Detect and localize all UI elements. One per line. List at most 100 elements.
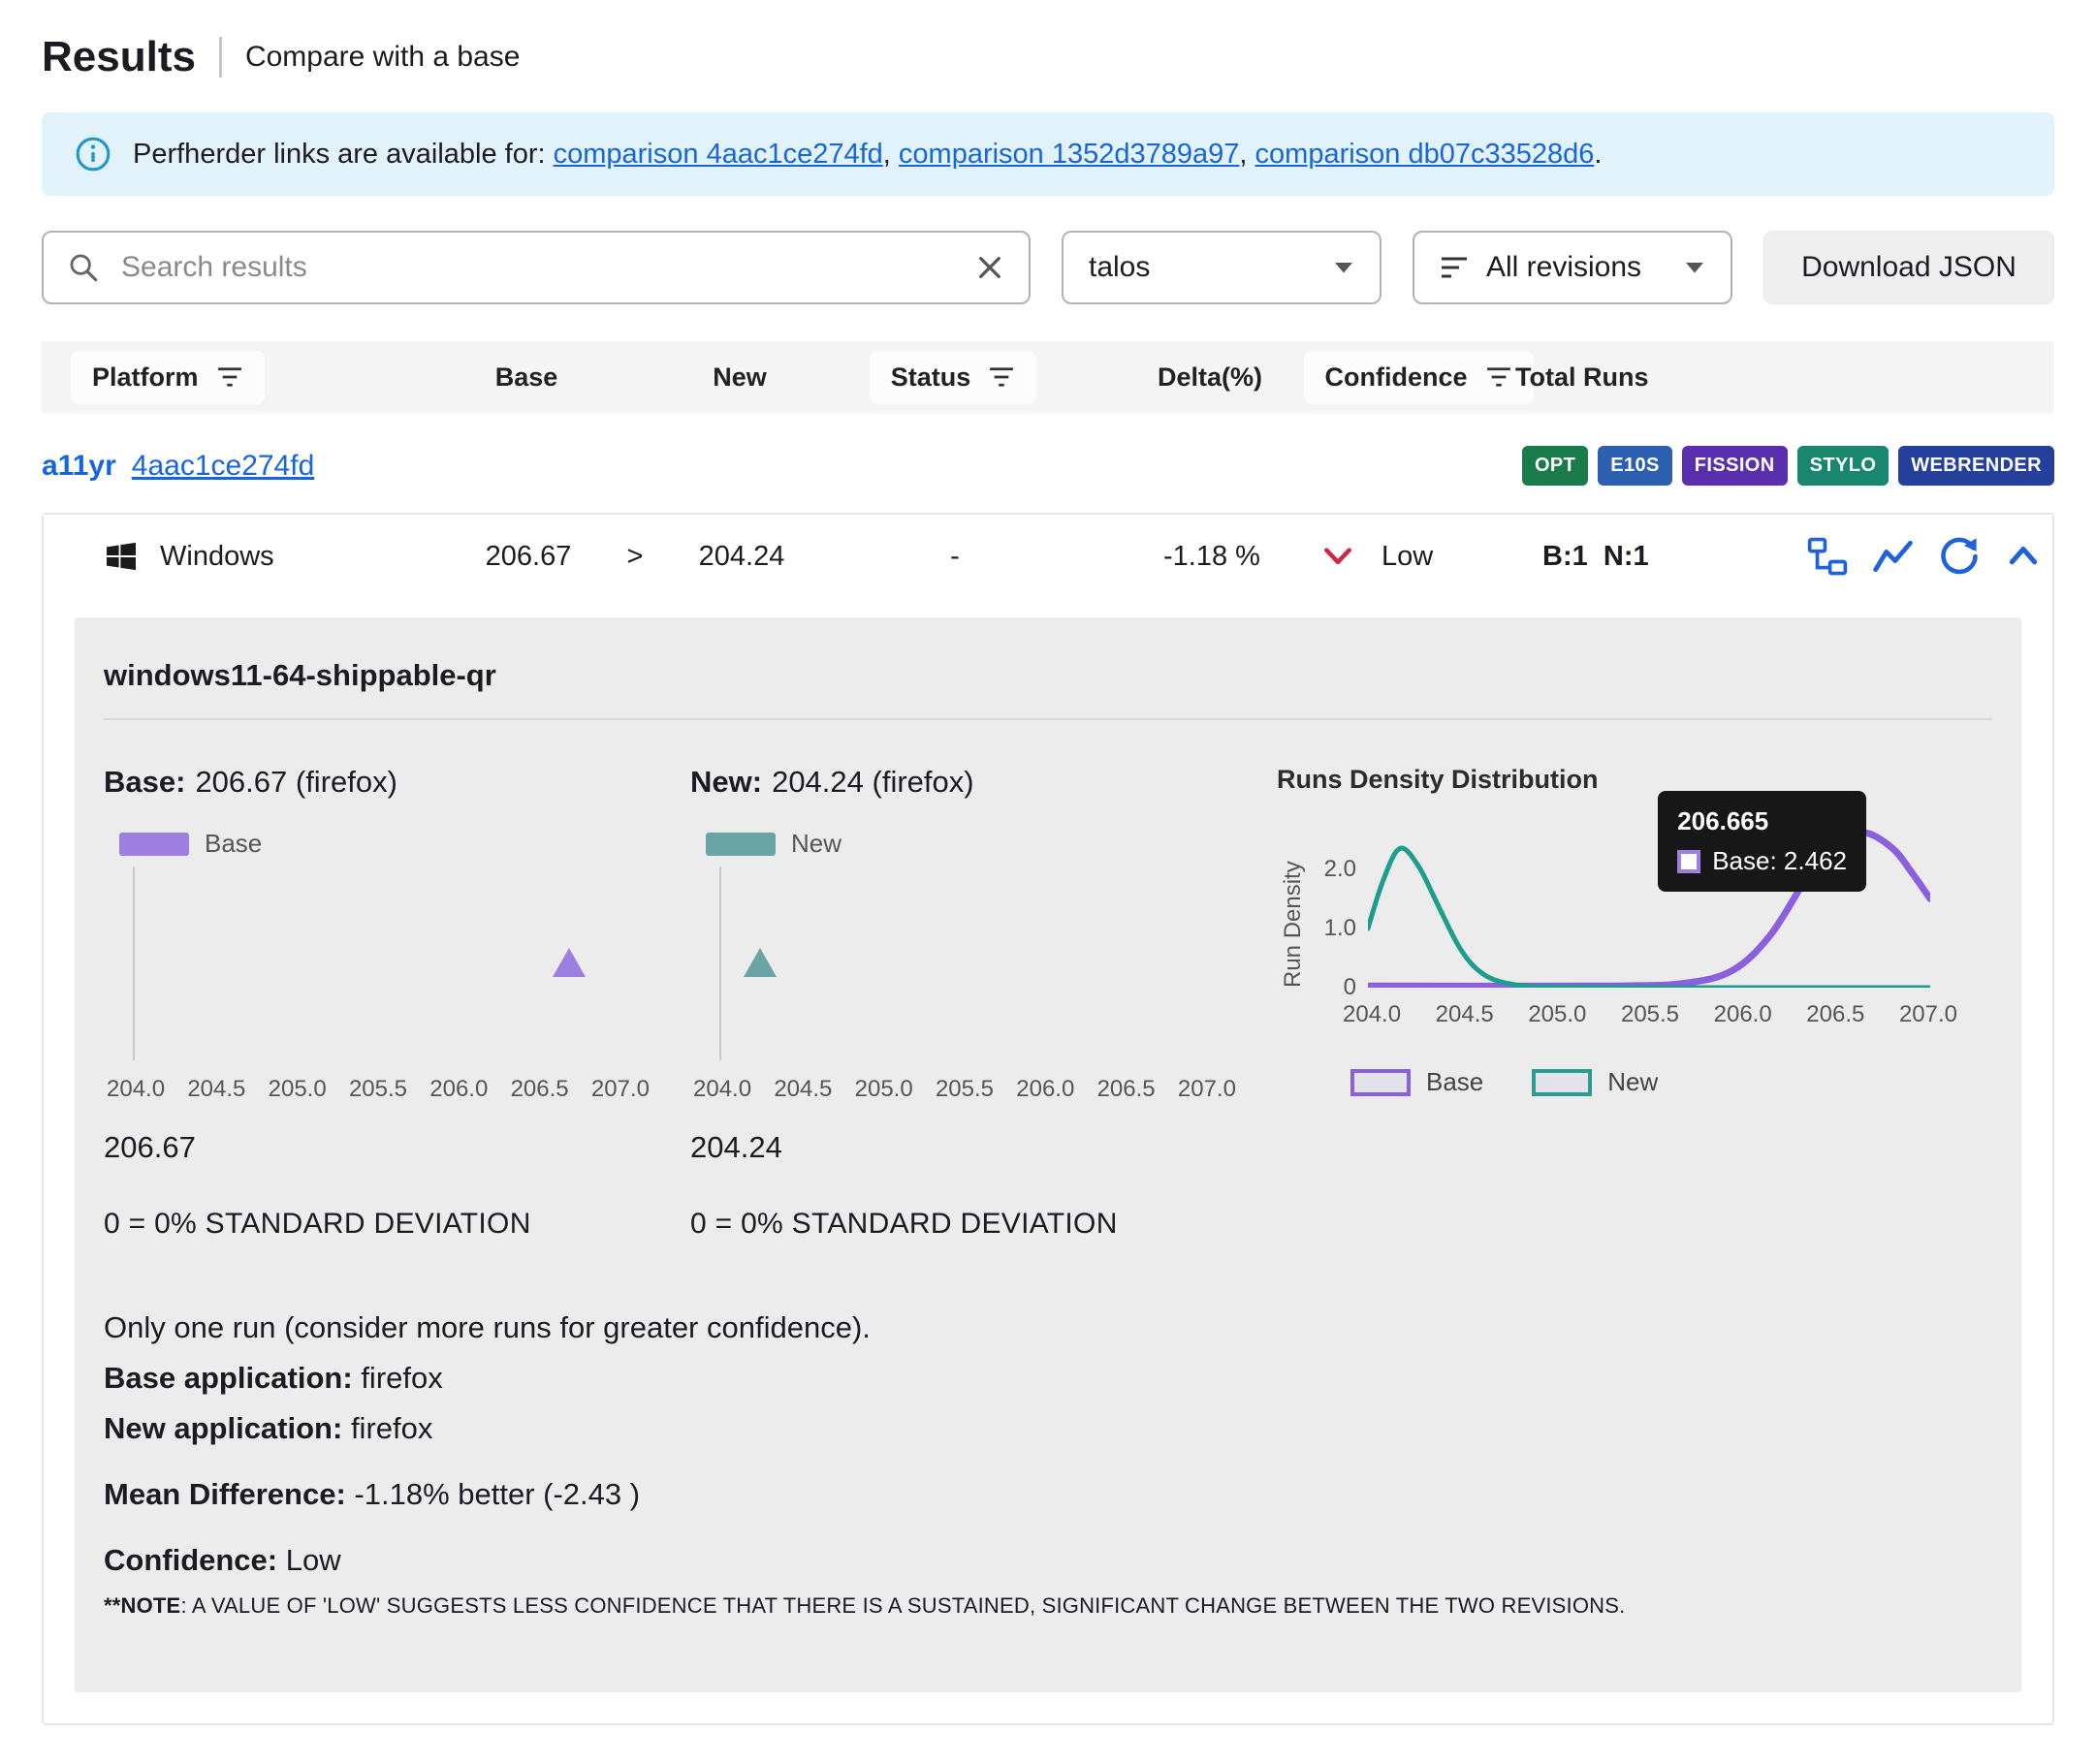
runs-base-value: 1 — [1572, 541, 1588, 572]
chart-tooltip: 206.665 Base: 2.462 — [1658, 791, 1866, 892]
base-application-label: Base application: — [104, 1361, 353, 1395]
info-icon — [75, 136, 111, 173]
graph-icon[interactable] — [1872, 535, 1915, 578]
result-row[interactable]: Windows 206.67 > 204.24 - -1.18 % Low B:… — [44, 515, 2052, 598]
base-head: Base:206.67 (firefox) — [104, 765, 690, 800]
download-json-label: Download JSON — [1801, 251, 2017, 284]
sort-lines-icon — [1440, 255, 1469, 280]
density-title: Runs Density Distribution — [1277, 765, 1992, 795]
toolbar: talos All revisions Download JSON — [42, 231, 2054, 304]
collapse-chevron-icon[interactable] — [2004, 537, 2043, 576]
low-confidence-note: **NOTE: A VALUE OF 'LOW' SUGGESTS LESS C… — [104, 1593, 1992, 1619]
alert-text: Perfherder links are available for: comp… — [133, 139, 1602, 171]
chevron-down-icon — [1333, 261, 1354, 274]
runs-new-label: N: — [1604, 541, 1634, 572]
new-mini-plot — [719, 866, 1209, 1060]
density-x-ticks: 204.0204.5205.0205.5206.0206.5207.0 — [1343, 1001, 1957, 1028]
confidence-header-label: Confidence — [1325, 362, 1468, 393]
search-icon — [67, 251, 100, 284]
suite-link[interactable]: a11yr — [42, 450, 116, 483]
revision-hash-link[interactable]: 4aac1ce274fd — [132, 450, 315, 483]
search-input[interactable] — [119, 250, 955, 285]
table-header: Platform Base New Status Delta(%) Confid… — [42, 341, 2054, 413]
base-application-line: Base application: firefox — [104, 1361, 1992, 1396]
comparison-link[interactable]: comparison db07c33528d6 — [1255, 139, 1595, 170]
density-legend: BaseNew — [1350, 1067, 1992, 1097]
confidence-filter-button[interactable]: Confidence — [1304, 351, 1534, 404]
confidence-line: Confidence: Low — [104, 1543, 1992, 1578]
tag-badge: FISSION — [1682, 446, 1788, 486]
refresh-icon[interactable] — [1938, 535, 1981, 578]
filter-icon — [1485, 366, 1512, 388]
density-chart: Run Density 2.01.00 206.665 Base: 2.462 — [1277, 828, 1992, 988]
status-header-label: Status — [891, 362, 971, 393]
platform-filter-button[interactable]: Platform — [71, 351, 265, 404]
density-legend-item: Base — [1350, 1067, 1483, 1097]
density-y-axis-label: Run Density — [1277, 828, 1310, 988]
new-head: New:204.24 (firefox) — [690, 765, 1277, 800]
results-page: Results Compare with a base Perfherder l… — [0, 0, 2096, 1764]
trend-down-icon — [1323, 546, 1381, 567]
tag-badge: STYLO — [1797, 446, 1890, 486]
title-divider — [219, 37, 222, 78]
runs-base-label: B: — [1542, 541, 1572, 572]
tag-badge: WEBRENDER — [1898, 446, 2054, 486]
mean-difference-line: Mean Difference: -1.18% better (-2.43 ) — [104, 1477, 1992, 1512]
filter-icon — [216, 366, 243, 388]
revisions-value: All revisions — [1486, 251, 1667, 284]
note-label: **NOTE — [104, 1593, 180, 1618]
base-legend: Base — [119, 829, 690, 859]
tooltip-swatch — [1677, 850, 1700, 873]
new-legend: New — [706, 829, 1277, 859]
new-header: New — [672, 362, 808, 393]
tag-badge: E10S — [1598, 446, 1672, 486]
delta-value: -1.18 % — [1100, 541, 1323, 573]
platform-name: Windows — [160, 541, 274, 573]
only-one-run-note: Only one run (consider more runs for gre… — [104, 1310, 1992, 1345]
mean-difference-value: -1.18% better (-2.43 ) — [354, 1477, 640, 1511]
detail-notes: Only one run (consider more runs for gre… — [104, 1310, 1992, 1619]
test-name: windows11-64-shippable-qr — [104, 658, 1992, 720]
new-head-value: 204.24 (firefox) — [772, 765, 974, 799]
comparison-link[interactable]: comparison 4aac1ce274fd — [554, 139, 883, 170]
page-subtitle: Compare with a base — [245, 41, 520, 74]
chevron-down-icon — [1684, 261, 1705, 274]
perfherder-alert: Perfherder links are available for: comp… — [42, 112, 2054, 196]
subtests-icon[interactable] — [1806, 535, 1849, 578]
confidence-label: Confidence: — [104, 1543, 277, 1577]
total-runs-value: B:1 N:1 — [1517, 541, 1711, 573]
new-x-ticks: 204.0204.5205.0205.5206.0206.5207.0 — [693, 1076, 1236, 1103]
density-plot-area: 206.665 Base: 2.462 — [1368, 828, 1930, 988]
page-title: Results — [42, 33, 196, 81]
charts-row: Base:206.67 (firefox) Base 204.0204.5205… — [104, 765, 1992, 1241]
base-x-ticks: 204.0204.5205.0205.5206.0206.5207.0 — [107, 1076, 650, 1103]
tag-badge: OPT — [1522, 446, 1588, 486]
new-application-value: firefox — [351, 1411, 432, 1445]
base-legend-swatch — [119, 833, 189, 856]
revisions-filter-select[interactable]: All revisions — [1413, 231, 1732, 304]
result-card: Windows 206.67 > 204.24 - -1.18 % Low B:… — [42, 513, 2054, 1725]
framework-select[interactable]: talos — [1062, 231, 1381, 304]
note-text: : A VALUE OF 'LOW' SUGGESTS LESS CONFIDE… — [180, 1593, 1625, 1618]
alert-links: comparison 4aac1ce274fd, comparison 1352… — [554, 139, 1603, 170]
detail-panel: windows11-64-shippable-qr Base:206.67 (f… — [75, 617, 2021, 1692]
delta-header: Delta(%) — [1098, 362, 1321, 393]
status-filter-button[interactable]: Status — [870, 351, 1037, 404]
comparison-link[interactable]: comparison 1352d3789a97 — [899, 139, 1240, 170]
new-legend-label: New — [791, 829, 842, 859]
clear-search-icon[interactable] — [974, 252, 1005, 283]
tooltip-entry: Base: 2.462 — [1712, 846, 1847, 876]
runs-new-value: 1 — [1633, 541, 1648, 572]
confidence-value: Low — [1381, 541, 1517, 573]
new-application-label: New application: — [104, 1411, 342, 1445]
base-legend-label: Base — [205, 829, 262, 859]
download-json-button[interactable]: Download JSON — [1763, 231, 2054, 304]
windows-icon — [104, 539, 139, 574]
alert-prefix: Perfherder links are available for: — [133, 139, 554, 170]
base-mini-plot — [133, 866, 622, 1060]
base-head-label: Base: — [104, 765, 185, 799]
expanded-detail: windows11-64-shippable-qr Base:206.67 (f… — [44, 598, 2052, 1723]
new-distribution-block: New:204.24 (firefox) New 204.0204.5205.0… — [690, 765, 1277, 1241]
total-runs-header: Total Runs — [1515, 362, 1709, 393]
new-stddev: 0 = 0% STANDARD DEVIATION — [690, 1208, 1277, 1241]
